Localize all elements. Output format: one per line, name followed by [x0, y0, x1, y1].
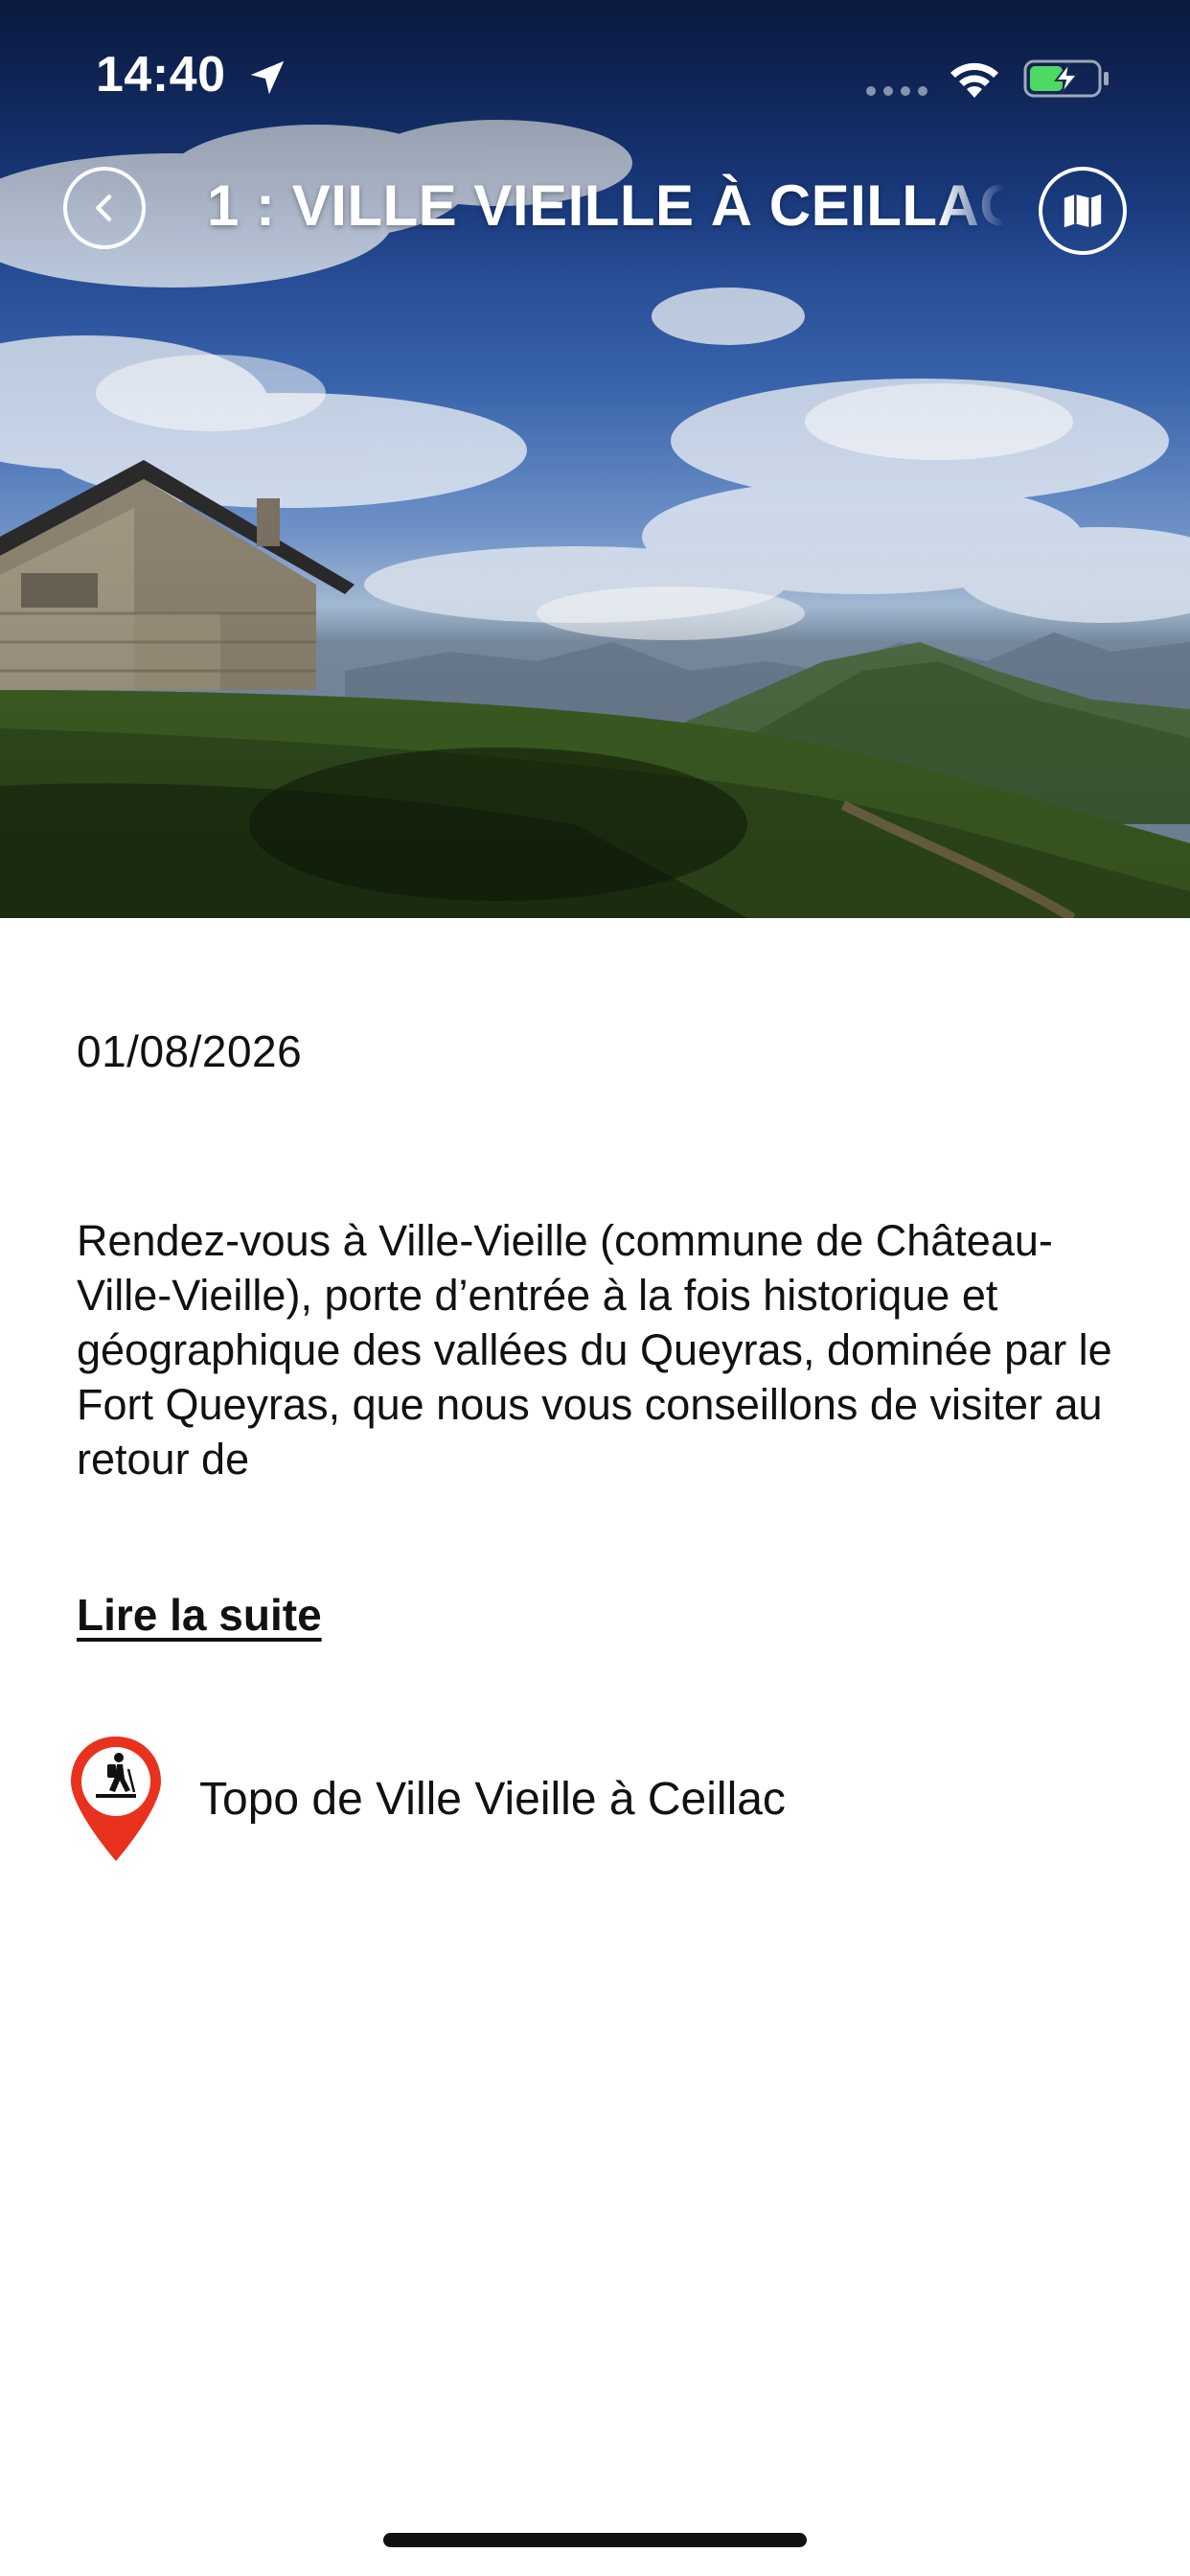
map-icon [1064, 194, 1102, 228]
location-arrow-icon [250, 60, 285, 95]
topo-link[interactable]: Topo de Ville Vieille à Ceillac [65, 1733, 1023, 1867]
wifi-icon [950, 62, 998, 98]
topo-label: Topo de Ville Vieille à Ceillac [199, 1774, 786, 1825]
status-bar: 14:40 [0, 0, 1190, 144]
event-date: 01/08/2026 [77, 1026, 303, 1076]
home-indicator[interactable] [383, 2533, 807, 2547]
page-title: 1 : VILLE VIEILLE À CEILLAC [207, 173, 1004, 238]
screen: 14:40 1 : VILLE VIEILLE À CEILLAC 01/08/… [0, 0, 1190, 2576]
battery-charging-icon [1023, 59, 1109, 98]
hiker-pin-icon [71, 1736, 161, 1861]
cellular-signal-icon [866, 86, 927, 96]
map-button[interactable] [1039, 167, 1127, 255]
read-more-link[interactable]: Lire la suite [77, 1589, 322, 1641]
chevron-left-icon [96, 195, 112, 221]
back-button[interactable] [63, 167, 146, 249]
description-text: Rendez-vous à Ville-Vieille (commune de … [77, 1216, 1112, 1484]
status-time: 14:40 [96, 47, 226, 103]
